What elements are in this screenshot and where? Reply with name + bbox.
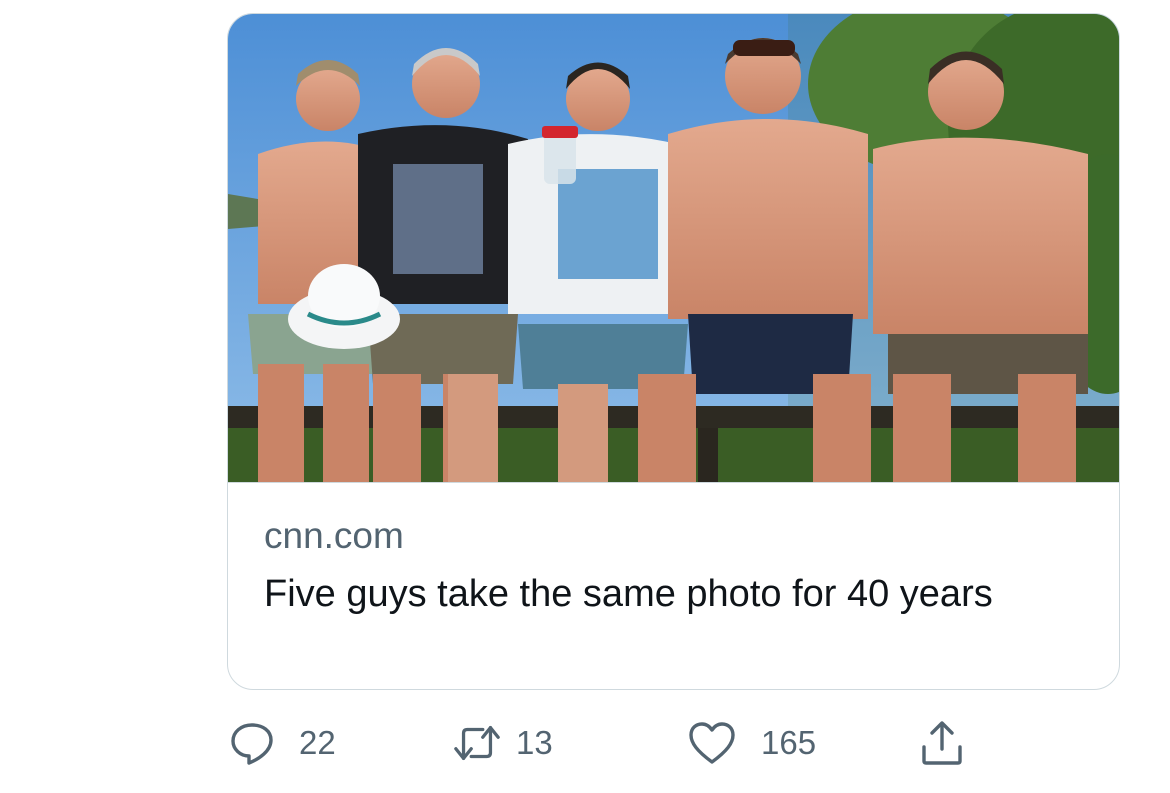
reply-count: 22 [299, 724, 336, 761]
link-headline: Five guys take the same photo for 40 yea… [264, 573, 993, 615]
retweet-button[interactable]: 13 [452, 716, 553, 770]
heart-icon [687, 718, 737, 768]
reply-button[interactable]: 22 [227, 716, 336, 770]
share-button[interactable] [917, 716, 967, 770]
link-preview-image[interactable] [228, 14, 1119, 483]
like-button[interactable]: 165 [687, 716, 816, 770]
reply-icon [227, 718, 277, 768]
link-domain: cnn.com [264, 515, 404, 556]
like-count: 165 [761, 724, 817, 761]
retweet-count: 13 [516, 724, 553, 761]
retweet-icon [452, 718, 502, 768]
tweet-action-bar: 22 13 165 [227, 716, 987, 776]
share-icon [917, 718, 967, 768]
link-preview-text[interactable]: cnn.com Five guys take the same photo fo… [264, 514, 1084, 620]
photo-five-men-on-bench [228, 14, 1119, 482]
link-preview-card[interactable]: cnn.com Five guys take the same photo fo… [227, 13, 1120, 690]
